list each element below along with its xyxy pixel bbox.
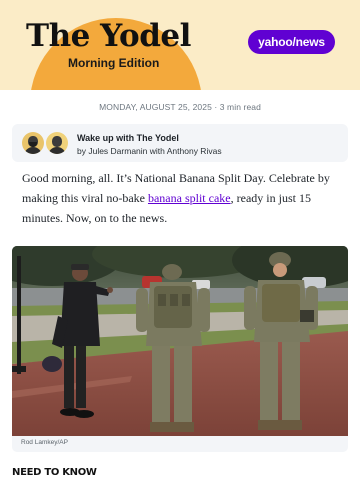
banana-split-cake-link[interactable]: banana split cake bbox=[148, 191, 231, 205]
author-avatar-1 bbox=[22, 132, 44, 154]
author-card-title: Wake up with The Yodel bbox=[77, 133, 179, 143]
newsletter-subtitle: Morning Edition bbox=[68, 56, 160, 70]
news-photo bbox=[12, 246, 348, 436]
author-avatar-2 bbox=[46, 132, 68, 154]
photo-credit: Rod Lamkey/AP bbox=[21, 439, 68, 446]
intro-paragraph: Good morning, all. It’s National Banana … bbox=[22, 168, 342, 228]
author-card: Wake up with The Yodel by Jules Darmanin… bbox=[12, 124, 348, 162]
yahoo-news-logo[interactable]: yahoo/news bbox=[248, 30, 335, 54]
photo-caption-bar: Rod Lamkey/AP bbox=[12, 436, 348, 452]
newsletter-title: The Yodel bbox=[26, 18, 191, 54]
author-card-byline: by Jules Darmanin with Anthony Rivas bbox=[77, 146, 222, 156]
dateline: MONDAY, AUGUST 25, 2025 · 3 min read bbox=[99, 102, 261, 112]
newsletter-header: The Yodel Morning Edition yahoo/news bbox=[0, 0, 360, 90]
section-heading-need-to-know: NEED TO KNOW bbox=[12, 467, 97, 478]
